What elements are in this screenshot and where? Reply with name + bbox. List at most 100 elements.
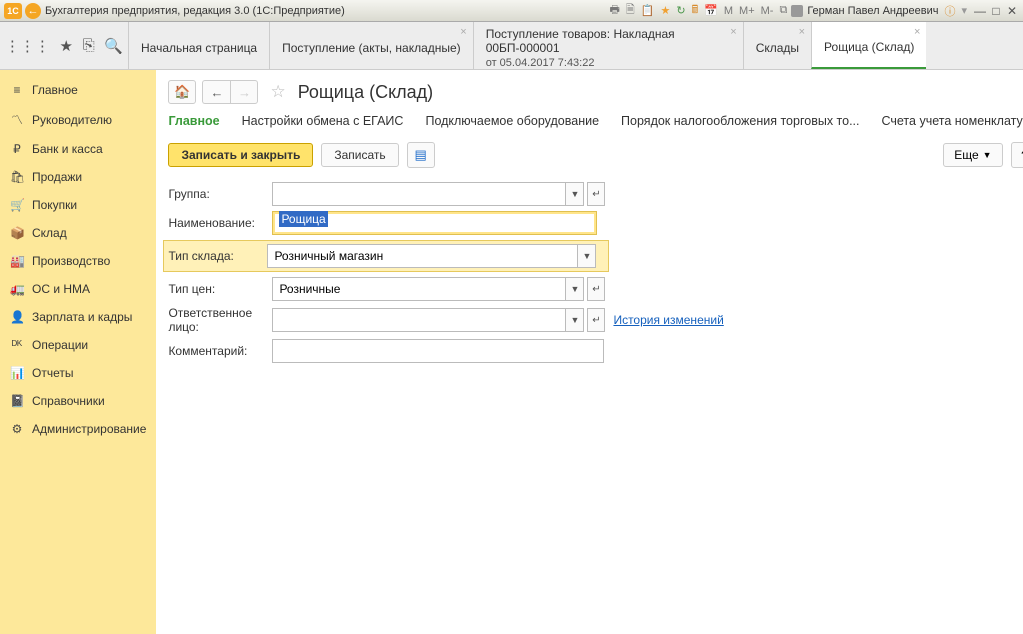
sidebar-item-sales[interactable]: 🛍Продажи [0,163,156,191]
help-button[interactable]: ? [1011,142,1023,168]
sidebar-item-manager[interactable]: 〽Руководителю [0,104,156,135]
home-icon: ≡ [10,83,24,97]
m-button[interactable]: M [722,5,735,17]
info-icon[interactable]: ⓘ [942,3,957,19]
close-icon[interactable]: × [460,26,466,38]
open-ref-button[interactable]: ↵ [587,277,605,301]
cart-icon: 🛒 [10,198,24,212]
task-icon[interactable]: ⎘ [83,37,95,54]
history-icon[interactable]: ↻ [674,4,687,17]
maximize-button[interactable]: □ [989,4,1003,18]
chart-icon: 〽 [10,111,24,128]
price-input[interactable] [272,277,566,301]
ruble-icon: ₽ [10,142,24,156]
sidebar-item-salary[interactable]: 👤Зарплата и кадры [0,303,156,331]
tab-receipts[interactable]: Поступление (акты, накладные)× [269,22,473,69]
type-input[interactable] [267,244,578,268]
subtab-main[interactable]: Главное [168,114,219,128]
home-button[interactable]: 🏠 [168,80,196,104]
mplus-button[interactable]: M+ [737,5,757,17]
subtab-egais[interactable]: Настройки обмена с ЕГАИС [242,114,404,128]
sidebar-item-assets[interactable]: 🚛ОС и НМА [0,275,156,303]
titlebar-toolbar: 🖶 🗎 📋 ★ ↻ 🖩 📅 M M+ M- ⧉ Герман Павел Анд… [608,1,969,20]
nav-back-button[interactable]: ← [202,80,230,104]
close-icon[interactable]: × [914,26,920,38]
sidebar-item-main[interactable]: ≡Главное [0,76,156,104]
open-ref-button[interactable]: ↵ [587,308,605,332]
sidebar-item-bank[interactable]: ₽Банк и касса [0,135,156,163]
sidebar: ≡Главное 〽Руководителю ₽Банк и касса 🛍Пр… [0,70,156,634]
sidebar-item-operations[interactable]: ᴰᴷОперации [0,331,156,359]
more-button[interactable]: Еще▼ [943,143,1002,167]
favorite-toggle-icon[interactable]: ☆ [270,82,285,102]
group-input[interactable] [272,182,566,206]
sidebar-item-warehouse[interactable]: 📦Склад [0,219,156,247]
avatar-icon [791,5,803,17]
print-icon[interactable]: 🖶 [608,1,622,20]
calendar-icon[interactable]: 📅 [702,4,720,17]
window-controls: — □ ✕ [973,4,1019,18]
calc-icon[interactable]: 🖩 [690,1,701,20]
doc-icon[interactable]: 🗎 [624,1,637,20]
operations-icon: ᴰᴷ [10,338,24,352]
group-label: Группа: [168,187,272,201]
save-button[interactable]: Записать [321,143,398,167]
type-label: Тип склада: [168,249,267,263]
nav-forward-button[interactable]: → [230,80,258,104]
grid-icon[interactable]: ⋮⋮⋮ [5,37,50,55]
tab-bar: ⋮⋮⋮ ★ ⎘ 🔍 Начальная страница Поступление… [0,22,1023,70]
user-name: Герман Павел Андреевич [805,5,940,17]
sidebar-item-reports[interactable]: 📊Отчеты [0,359,156,387]
gear-icon: ⚙ [10,422,24,436]
dropdown-button[interactable]: ▼ [566,182,584,206]
windows-icon[interactable]: ⧉ [777,4,789,17]
close-icon[interactable]: × [730,26,736,38]
factory-icon: 🏭 [10,254,24,268]
star-icon[interactable]: ★ [60,37,73,55]
subtab-tax[interactable]: Порядок налогообложения торговых то... [621,114,859,128]
save-close-button[interactable]: Записать и закрыть [168,143,313,167]
person-icon: 👤 [10,310,24,324]
truck-icon: 🚛 [10,282,24,296]
window-title: Бухгалтерия предприятия, редакция 3.0 (1… [45,5,608,17]
sidebar-item-production[interactable]: 🏭Производство [0,247,156,275]
page-title: Рощица (Склад) [298,82,434,103]
price-label: Тип цен: [168,282,272,296]
name-input[interactable]: Рощица [272,211,597,235]
clipboard-icon[interactable]: 📋 [639,4,657,17]
dropdown-button[interactable]: ▼ [566,308,584,332]
sidebar-item-admin[interactable]: ⚙Администрирование [0,415,156,443]
tab-warehouses[interactable]: Склады× [743,22,811,69]
dropdown-button[interactable]: ▼ [566,277,584,301]
dropdown-button[interactable]: ▼ [578,244,596,268]
subtab-accounts[interactable]: Счета учета номенклатуры [882,114,1023,128]
minimize-button[interactable]: — [973,4,987,18]
search-icon[interactable]: 🔍 [104,37,123,55]
sidebar-item-references[interactable]: 📓Справочники [0,387,156,415]
comment-label: Комментарий: [168,344,272,358]
close-button[interactable]: ✕ [1005,4,1019,18]
box-icon: 📦 [10,226,24,240]
bag-icon: 🛍 [10,170,24,184]
back-icon[interactable]: ← [25,3,41,19]
sub-tabs: Главное Настройки обмена с ЕГАИС Подключ… [168,114,1023,128]
comment-input[interactable] [272,339,604,363]
tab-home[interactable]: Начальная страница [128,22,269,69]
subtab-equipment[interactable]: Подключаемое оборудование [425,114,599,128]
history-link[interactable]: История изменений [613,313,723,327]
favorite-icon[interactable]: ★ [658,4,672,17]
tab-receipt-doc[interactable]: Поступление товаров: Накладная 00БП-0000… [473,22,743,69]
responsible-input[interactable] [272,308,566,332]
sidebar-item-purchases[interactable]: 🛒Покупки [0,191,156,219]
chevron-down-icon: ▼ [983,150,992,160]
app-logo-icon: 1C [4,3,22,19]
reports-icon: 📊 [10,366,24,380]
open-ref-button[interactable]: ↵ [587,182,605,206]
mminus-button[interactable]: M- [759,5,776,17]
tabbar-tools: ⋮⋮⋮ ★ ⎘ 🔍 [0,22,128,69]
journal-button[interactable]: ▤ [407,142,435,168]
name-label: Наименование: [168,216,272,230]
close-icon[interactable]: × [799,26,805,38]
window-titlebar: 1C ← Бухгалтерия предприятия, редакция 3… [0,0,1023,22]
tab-warehouse-card[interactable]: Рощица (Склад)× [811,22,926,69]
